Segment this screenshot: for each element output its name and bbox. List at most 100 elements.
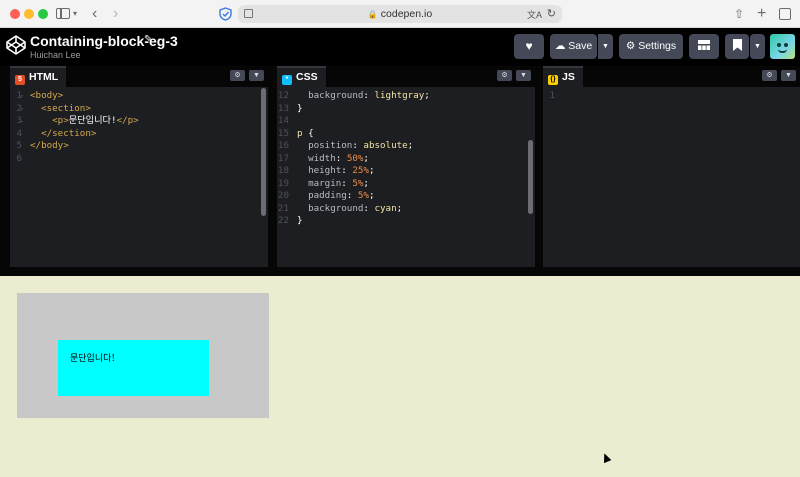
line-number: 12 — [277, 90, 289, 101]
code-token: cyan — [374, 202, 397, 214]
bookmark-options-button[interactable]: ▼ — [750, 34, 765, 59]
code-line[interactable]: 14 — [277, 115, 535, 128]
code-token: 25% — [352, 165, 369, 176]
code-line[interactable]: 18 height: 25%; — [277, 165, 535, 178]
line-number: 14 — [277, 115, 289, 126]
bookmark-button[interactable] — [725, 34, 749, 59]
address-bar[interactable]: 🔒 codepen.io 文A ↻ — [238, 5, 562, 23]
close-window-button[interactable] — [10, 9, 20, 19]
forward-arrow-icon[interactable]: › — [113, 5, 118, 23]
code-line[interactable]: 20 padding: 5%; — [277, 190, 535, 203]
tab-js-label: JS — [562, 71, 575, 83]
like-button[interactable]: ♥ — [514, 34, 544, 59]
change-view-button[interactable] — [689, 34, 719, 59]
code-token: ; — [363, 177, 369, 189]
css-code[interactable]: 12 background: lightgray; 13} 14 15 p {16 po… — [277, 90, 535, 228]
code-token: <body> — [30, 90, 64, 101]
code-token: 5% — [352, 177, 364, 189]
code-line[interactable]: 1 — [543, 90, 800, 103]
line-number: 6 — [16, 152, 22, 164]
line-number: 18 — [277, 165, 289, 176]
html-editor[interactable]: 5 HTML ⚙ ▼ 1▾ <body> 2▾ <section> 3▸ <p>문단입니… — [10, 66, 268, 267]
resize-handle[interactable] — [0, 267, 800, 276]
code-token: 50% — [346, 152, 364, 164]
js-code[interactable]: 1 — [543, 90, 800, 103]
css-settings-button[interactable]: ⚙ — [497, 70, 512, 81]
code-line[interactable]: 19 margin: 5%; — [277, 178, 535, 191]
user-avatar[interactable] — [770, 34, 795, 59]
code-token: position — [297, 140, 353, 151]
html-settings-button[interactable]: ⚙ — [230, 70, 245, 81]
code-line[interactable]: 5 </body> — [10, 140, 268, 153]
code-token: ; — [396, 202, 403, 214]
css-logo-icon: * — [282, 75, 292, 85]
js-settings-button[interactable]: ⚙ — [762, 70, 777, 81]
code-line[interactable]: 6 — [10, 153, 268, 166]
chevron-down-icon: ▼ — [520, 72, 527, 79]
code-token: padding — [297, 190, 347, 201]
html-scrollbar[interactable] — [261, 88, 266, 216]
tab-css-label: CSS — [296, 71, 318, 83]
code-line[interactable]: 22} — [277, 215, 535, 228]
code-token: } — [297, 102, 303, 114]
pen-author[interactable]: Huichan Lee — [30, 50, 81, 60]
privacy-shield-icon[interactable] — [219, 7, 232, 21]
codepen-logo-icon[interactable] — [6, 35, 26, 55]
code-token: </section> — [30, 127, 97, 139]
code-line[interactable]: 17 width: 50%; — [277, 153, 535, 166]
html-logo-icon: 5 — [15, 75, 25, 85]
cloud-icon: ☁ — [554, 40, 566, 52]
css-collapse-button[interactable]: ▼ — [516, 70, 531, 81]
tab-html[interactable]: 5 HTML — [10, 66, 67, 87]
js-editor[interactable]: {} JS ⚙ ▼ 1 — [543, 66, 800, 267]
heart-icon: ♥ — [525, 39, 533, 53]
code-token: ; — [368, 190, 375, 201]
lock-icon: 🔒 — [367, 10, 378, 19]
settings-label: Settings — [638, 40, 677, 52]
share-icon[interactable]: ⇧ — [734, 5, 744, 23]
code-line[interactable]: 2▾ <section> — [10, 103, 268, 116]
code-token: : — [341, 165, 353, 176]
code-line[interactable]: 13} — [277, 103, 535, 116]
bookmark-icon — [732, 39, 742, 51]
code-line[interactable]: 16 position: absolute; — [277, 140, 535, 153]
minimize-window-button[interactable] — [24, 9, 34, 19]
sidebar-toggle-icon[interactable] — [56, 8, 70, 19]
code-line[interactable]: 12 background: lightgray; — [277, 90, 535, 103]
code-token: : — [363, 202, 375, 214]
code-line[interactable]: 15 p { — [277, 128, 535, 141]
code-token: height — [297, 165, 342, 176]
chevron-down-icon: ▼ — [785, 72, 792, 79]
settings-button[interactable]: ⚙ Settings — [619, 34, 683, 59]
back-arrow-icon[interactable]: ‹ — [92, 5, 97, 23]
line-number: 22 — [277, 215, 289, 226]
html-collapse-button[interactable]: ▼ — [249, 70, 264, 81]
tab-overview-icon[interactable] — [779, 8, 791, 20]
css-scrollbar[interactable] — [528, 140, 533, 214]
code-token: </p> — [116, 115, 139, 126]
chevron-down-icon[interactable]: ▾ — [73, 5, 77, 23]
pen-title[interactable]: Containing-block-eg-3 — [30, 33, 178, 49]
css-editor[interactable]: * CSS ⚙ ▼ 12 background: lightgray; 13} 14 1… — [277, 66, 535, 267]
gear-icon: ⚙ — [234, 72, 241, 79]
gear-icon: ⚙ — [625, 40, 636, 52]
reload-icon[interactable]: ↻ — [547, 7, 556, 20]
tab-css[interactable]: * CSS — [277, 66, 326, 87]
code-line[interactable]: 21 background: cyan; — [277, 203, 535, 216]
code-line[interactable]: 4 </section> — [10, 128, 268, 141]
js-collapse-button[interactable]: ▼ — [781, 70, 796, 81]
code-line[interactable]: 3▸ <p>문단입니다!</p> — [10, 115, 268, 128]
code-line[interactable]: 1▾ <body> — [10, 90, 268, 103]
save-options-button[interactable]: ▼ — [598, 34, 613, 59]
new-tab-icon[interactable]: + — [757, 5, 766, 23]
translate-icon[interactable]: 文A — [527, 8, 542, 21]
code-token: margin — [297, 177, 342, 189]
edit-pencil-icon[interactable]: ✎ — [144, 34, 152, 45]
preview-section-box: 문단입니다! — [17, 293, 269, 418]
html-code[interactable]: 1▾ <body> 2▾ <section> 3▸ <p>문단입니다!</p> 4 </… — [10, 90, 268, 165]
code-token: <p> — [30, 115, 69, 126]
tab-js[interactable]: {} JS — [543, 66, 583, 87]
save-button[interactable]: ☁ Save — [550, 34, 597, 59]
code-token: background — [297, 202, 364, 214]
zoom-window-button[interactable] — [38, 9, 48, 19]
